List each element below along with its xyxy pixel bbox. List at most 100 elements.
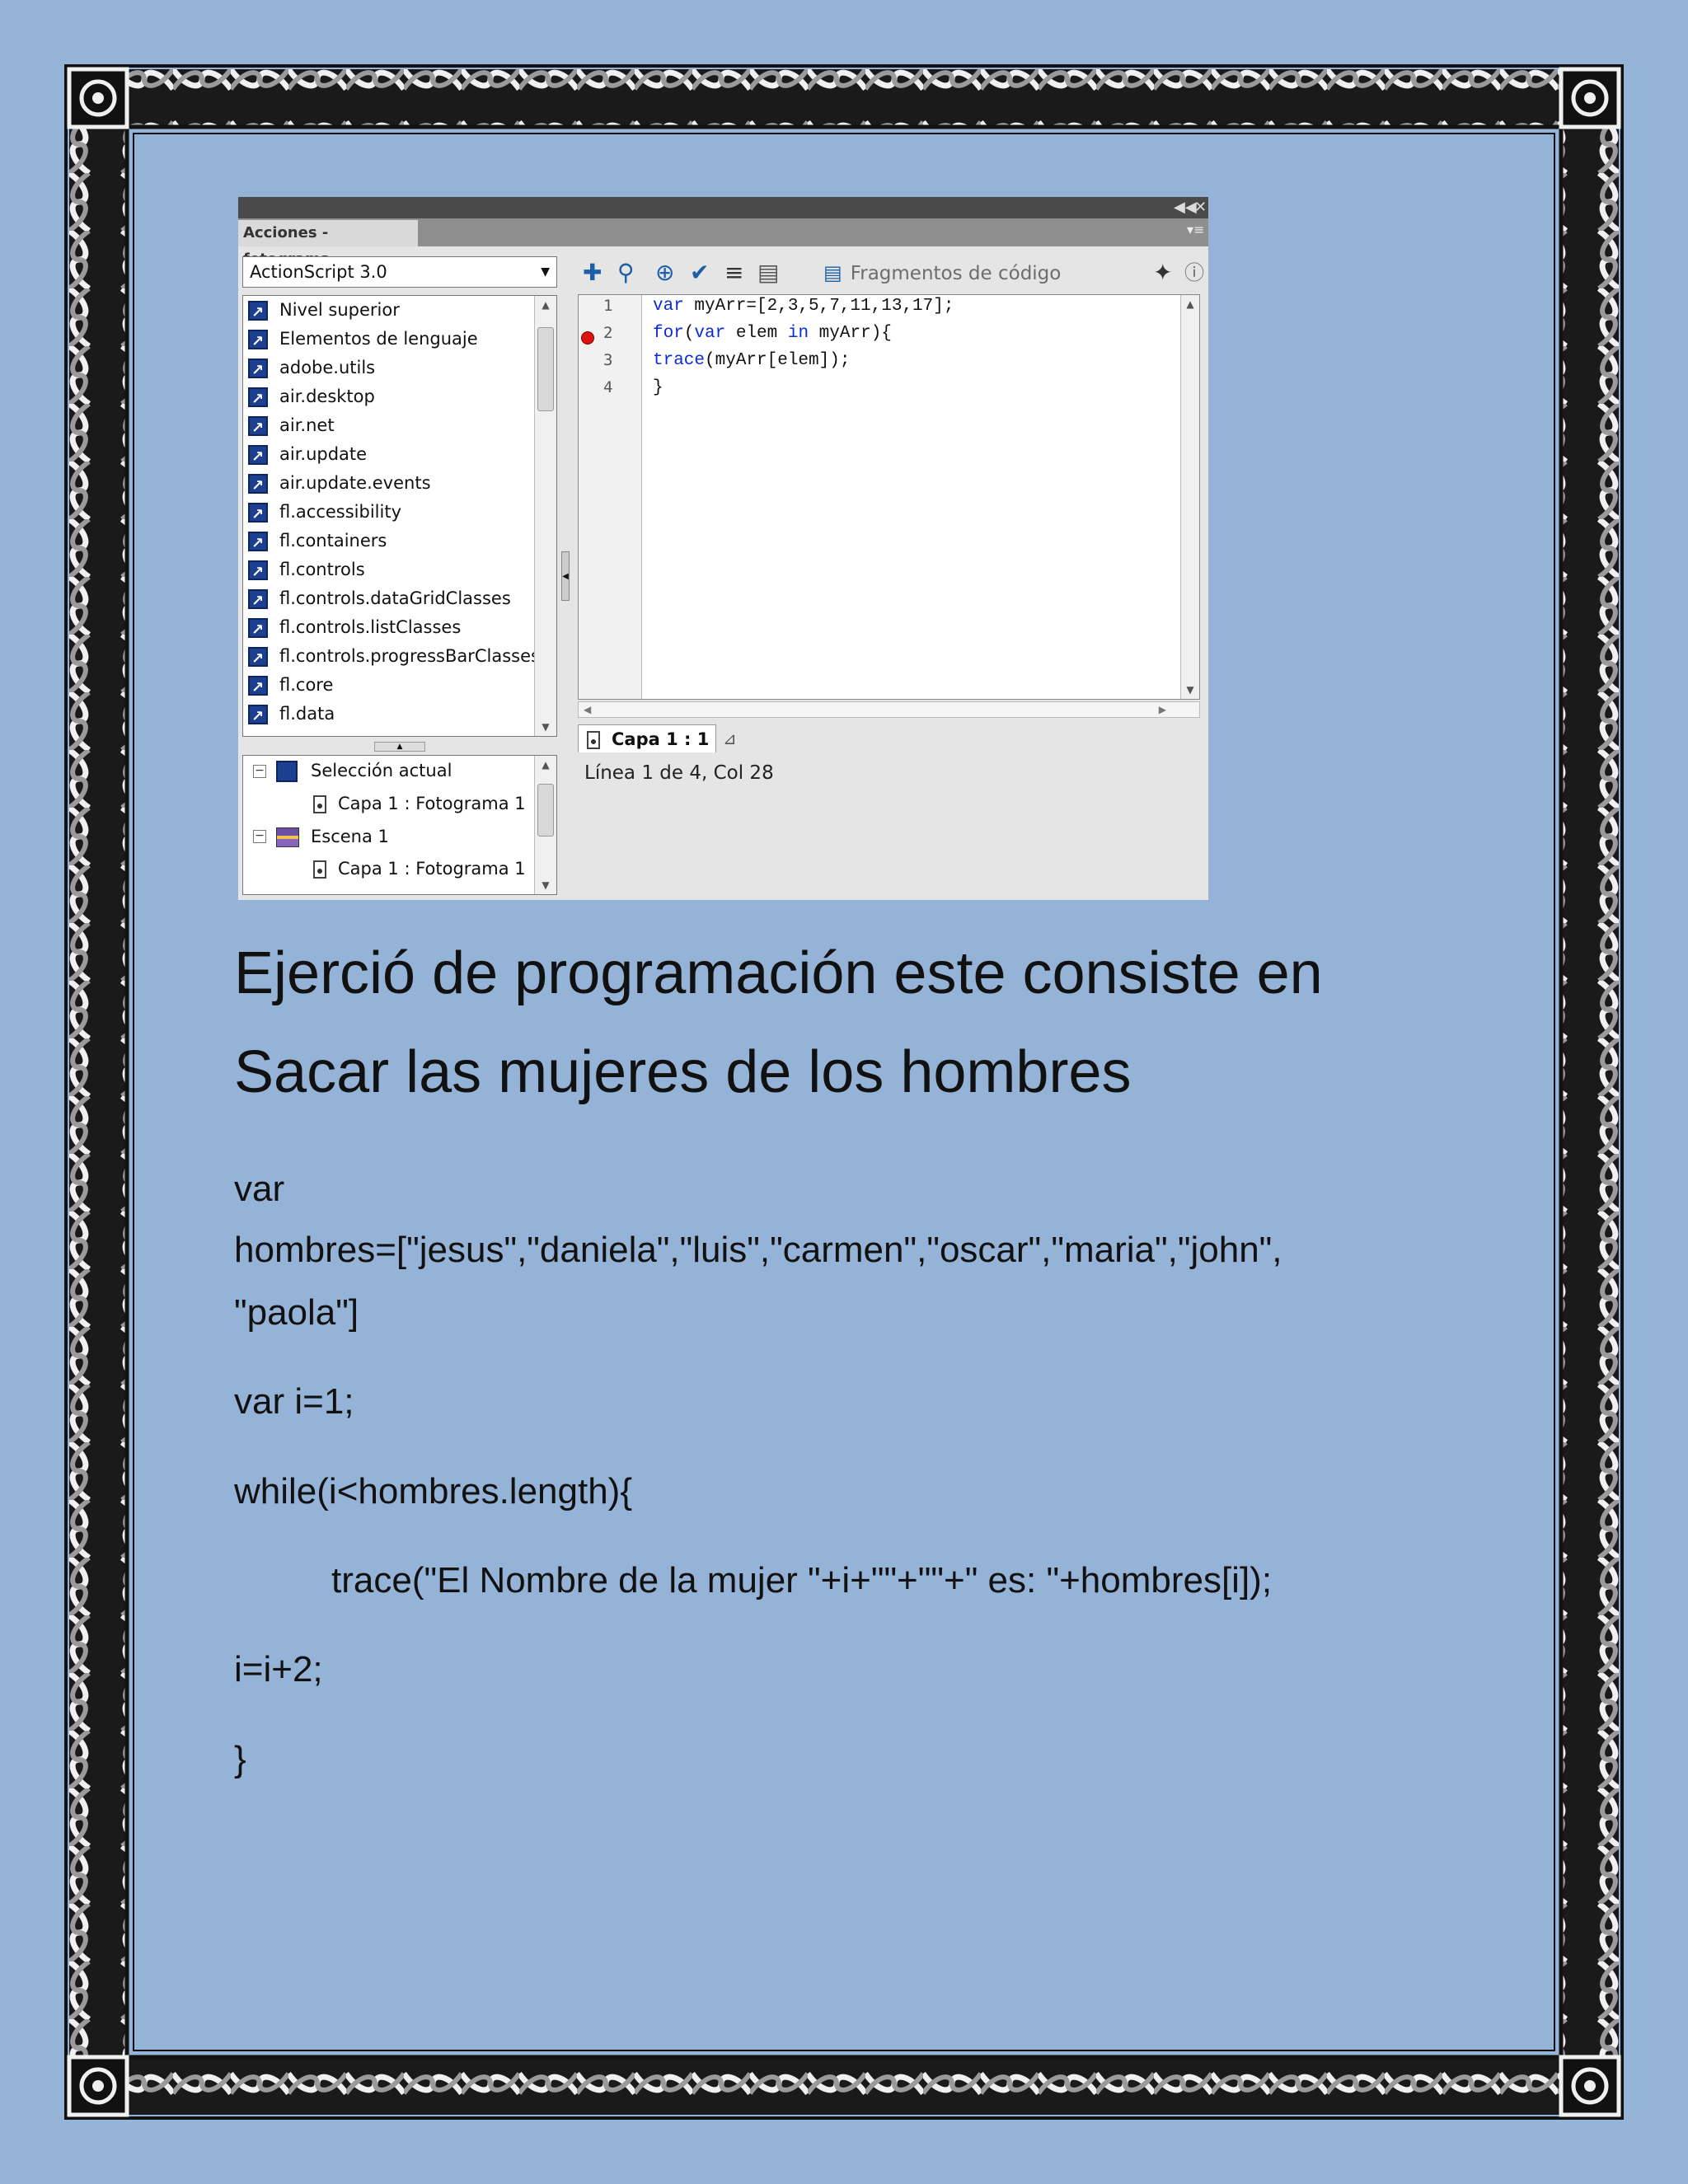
list-item[interactable]: Elementos de lenguaje — [248, 325, 478, 356]
list-item-label: fl.controls — [279, 560, 365, 579]
code-closing-brace: } — [234, 1739, 246, 1779]
code-text: (myArr[elem]); — [705, 351, 851, 370]
list-item-label: fl.core — [279, 675, 334, 695]
editor-vertical-scrollbar[interactable]: ▲ ▼ — [1180, 295, 1199, 699]
tree-item-current-frame[interactable]: Capa 1 : Fotograma 1 — [313, 789, 526, 818]
tree-scrollbar[interactable]: ▲ ▼ — [534, 756, 556, 894]
code-trace-line: trace("El Nombre de la mujer "+i+""+""+"… — [331, 1560, 1273, 1601]
code-hint-icon[interactable]: ▤ — [757, 255, 779, 291]
collapse-node-icon[interactable]: − — [253, 765, 266, 778]
editor-toolbar: ✚ ⚲ ⊕ ✔ ≡ ▤ ▤ Fragmentos de código ✦ ⓘ — [576, 255, 1208, 291]
code-increment-line: i=i+2; — [234, 1649, 323, 1690]
panel-tab-row: Acciones - fotograma ▾≡ — [238, 218, 1208, 268]
list-item[interactable]: fl.data — [248, 700, 335, 731]
editor-horizontal-scrollbar[interactable]: ◀ ▶ — [578, 701, 1200, 718]
list-item[interactable]: air.desktop — [248, 382, 375, 414]
code-while-line: while(i<hombres.length){ — [234, 1471, 633, 1511]
panel-tab[interactable]: Acciones - fotograma — [238, 220, 418, 268]
code-line: var myArr=[2,3,5,7,11,13,17]; — [653, 297, 954, 316]
code-var-keyword: var — [234, 1169, 285, 1209]
list-item[interactable]: air.update.events — [248, 469, 431, 500]
code-array-line-1: hombres=["jesus","daniela","luis","carme… — [234, 1230, 1282, 1270]
code-text: myArr=[2,3,5,7,11,13,17]; — [683, 297, 954, 316]
tree-item-current-selection[interactable]: Selección actual — [276, 756, 452, 785]
code-text: ( — [683, 324, 695, 343]
language-select[interactable]: ActionScript 3.0 ▼ — [242, 256, 557, 288]
list-item[interactable]: fl.accessibility — [248, 498, 401, 529]
package-icon — [248, 415, 268, 443]
code-assist-wand-icon[interactable]: ✦ — [1153, 255, 1172, 291]
list-item-label: air.desktop — [279, 387, 375, 406]
list-item[interactable]: fl.controls — [248, 555, 365, 587]
list-item[interactable]: air.net — [248, 411, 335, 443]
find-icon[interactable]: ⚲ — [617, 255, 635, 291]
code-fragments-label: Fragmentos de código — [850, 263, 1062, 284]
scene-icon — [276, 827, 299, 847]
list-item[interactable]: fl.controls.listClasses — [248, 613, 461, 644]
package-icon — [248, 559, 268, 587]
cursor-position-status: Línea 1 de 4, Col 28 — [584, 762, 774, 784]
code-text: myArr){ — [809, 324, 892, 343]
scroll-down-icon[interactable]: ▼ — [535, 876, 556, 894]
list-item[interactable]: fl.containers — [248, 527, 387, 558]
keyframe-icon — [313, 860, 326, 879]
scrollbar-thumb[interactable] — [537, 784, 554, 837]
package-icon — [248, 357, 268, 385]
line-number: 1 — [603, 297, 613, 315]
pane-splitter[interactable]: ▲ — [242, 739, 557, 752]
scroll-up-icon[interactable]: ▲ — [1181, 295, 1199, 313]
line-number-gutter[interactable]: 1 2 3 4 — [579, 295, 642, 699]
collapse-icon[interactable]: ◀◀ — [1174, 197, 1197, 218]
package-icon — [248, 530, 268, 558]
code-fragments-button[interactable]: ▤ Fragmentos de código — [823, 255, 1061, 291]
check-syntax-icon[interactable]: ✔ — [690, 255, 709, 291]
code-array-line-2: "paola"] — [234, 1292, 359, 1333]
panel-menu-icon[interactable]: ▾≡ — [1187, 222, 1205, 240]
scroll-down-icon[interactable]: ▼ — [1181, 681, 1199, 699]
breakpoint-icon[interactable] — [581, 331, 594, 344]
list-item-label: fl.controls.progressBarClasses — [279, 646, 540, 666]
help-icon[interactable]: ⓘ — [1184, 255, 1204, 291]
splitter-handle-icon[interactable]: ▲ — [374, 742, 425, 752]
close-icon[interactable]: ✕ — [1194, 197, 1207, 218]
list-item[interactable]: fl.core — [248, 671, 334, 702]
list-item[interactable]: fl.controls.progressBarClasses — [248, 642, 540, 673]
pin-script-icon[interactable]: ⊿ — [723, 724, 737, 752]
keyword: for — [653, 324, 684, 343]
list-item-label: Nivel superior — [279, 300, 400, 320]
script-editor[interactable]: 1 2 3 4 var myArr=[2,3,5,7,11,13,17]; fo… — [578, 294, 1200, 700]
library-scrollbar[interactable]: ▲ ▼ — [534, 296, 556, 736]
collapse-sidebar-icon[interactable]: ◀ — [561, 551, 570, 601]
package-icon — [248, 328, 268, 356]
scrollbar-thumb[interactable] — [537, 327, 554, 411]
auto-format-icon[interactable]: ≡ — [724, 255, 743, 291]
list-item[interactable]: fl.controls.dataGridClasses — [248, 584, 511, 616]
package-icon — [248, 501, 268, 529]
tree-item-scene[interactable]: Escena 1 — [276, 822, 389, 851]
insert-target-path-icon[interactable]: ⊕ — [655, 255, 674, 291]
list-item[interactable]: Nivel superior — [248, 296, 400, 327]
package-icon — [248, 386, 268, 414]
scroll-left-icon[interactable]: ◀ — [584, 704, 591, 715]
package-icon — [248, 472, 268, 500]
tree-item-scene-frame[interactable]: Capa 1 : Fotograma 1 — [313, 854, 526, 883]
scroll-up-icon[interactable]: ▲ — [535, 756, 556, 774]
list-item[interactable]: air.update — [248, 440, 367, 471]
code-text: elem — [725, 324, 788, 343]
list-item[interactable]: adobe.utils — [248, 354, 375, 385]
package-icon — [248, 645, 268, 673]
actions-library-list: Nivel superior Elementos de lenguaje ado… — [242, 295, 557, 737]
package-icon — [248, 588, 268, 616]
line-number: 4 — [603, 378, 613, 396]
code-init-line: var i=1; — [234, 1381, 354, 1422]
scroll-down-icon[interactable]: ▼ — [535, 718, 556, 736]
page-title-line-2: Sacar las mujeres de los hombres — [234, 1039, 1132, 1105]
code-line: for(var elem in myArr){ — [653, 324, 892, 343]
layer-frame-tab[interactable]: Capa 1 : 1 — [578, 724, 717, 752]
scroll-right-icon[interactable]: ▶ — [1159, 704, 1166, 715]
package-icon — [248, 616, 268, 644]
add-statement-icon[interactable]: ✚ — [583, 255, 602, 291]
collapse-node-icon[interactable]: − — [253, 830, 266, 843]
list-item-label: fl.controls.dataGridClasses — [279, 588, 511, 608]
scroll-up-icon[interactable]: ▲ — [535, 296, 556, 314]
